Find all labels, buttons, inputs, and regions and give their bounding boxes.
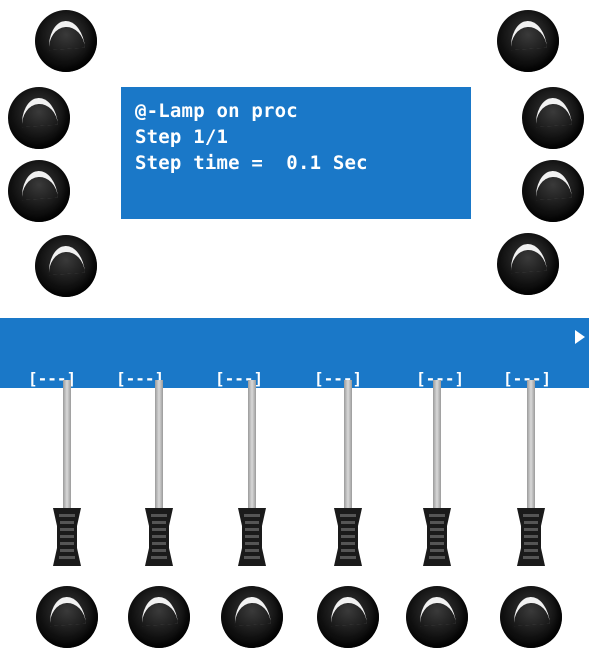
lcd-display: @-Lamp on proc Step 1/1 Step time = 0.1 … [121, 87, 471, 219]
left-knob-3[interactable] [8, 160, 70, 222]
fader-track-4 [344, 380, 352, 508]
fader-handle-5[interactable] [421, 506, 453, 568]
channel-4-label: CH004 [314, 435, 363, 454]
fader-knob-5[interactable] [406, 586, 468, 648]
channel-strip: [---] CH001 [---] CH002 [---] CH003 [---… [0, 318, 589, 454]
right-knob-4[interactable] [497, 233, 559, 295]
lcd-line-2: Step 1/1 [135, 126, 229, 148]
lcd-line-3: Step time = 0.1 Sec [135, 152, 368, 174]
fader-handle-6[interactable] [515, 506, 547, 568]
right-knob-3[interactable] [522, 160, 584, 222]
fader-knob-3[interactable] [221, 586, 283, 648]
fader-track-6 [527, 380, 535, 508]
fader-handle-1[interactable] [51, 506, 83, 568]
fader-knob-1[interactable] [36, 586, 98, 648]
channel-4-value: [---] [314, 369, 363, 388]
fader-knob-4[interactable] [317, 586, 379, 648]
fader-track-3 [248, 380, 256, 508]
lcd-line-1: @-Lamp on proc [135, 100, 298, 122]
fader-handle-2[interactable] [143, 506, 175, 568]
right-knob-1[interactable] [497, 10, 559, 72]
fader-handle-4[interactable] [332, 506, 364, 568]
fader-track-5 [433, 380, 441, 508]
fader-track-1 [63, 380, 71, 508]
left-knob-1[interactable] [35, 10, 97, 72]
fader-knob-6[interactable] [500, 586, 562, 648]
fader-track-2 [155, 380, 163, 508]
left-knob-4[interactable] [35, 235, 97, 297]
fader-handle-3[interactable] [236, 506, 268, 568]
play-arrow-icon [575, 330, 585, 344]
fader-knob-2[interactable] [128, 586, 190, 648]
channel-4: [---] CH004 [314, 324, 362, 500]
right-knob-2[interactable] [522, 87, 584, 149]
left-knob-2[interactable] [8, 87, 70, 149]
